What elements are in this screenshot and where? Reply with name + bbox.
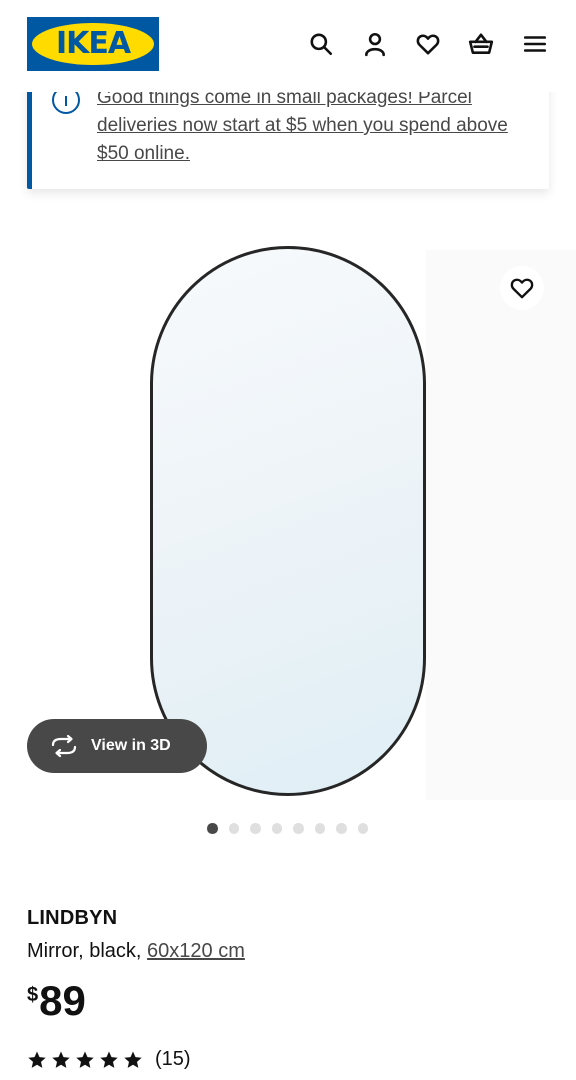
carousel-dot[interactable] (357, 823, 368, 834)
logo-text: IKEA (55, 26, 131, 61)
carousel-dot[interactable] (207, 823, 218, 834)
product-image-mirror[interactable] (150, 246, 426, 796)
star-icon (124, 1051, 142, 1068)
carousel-dot[interactable] (314, 823, 325, 834)
star-icon (28, 1051, 46, 1068)
product-gallery[interactable]: View in 3D (0, 230, 576, 810)
rotate-3d-icon (51, 734, 77, 758)
carousel-dot[interactable] (336, 823, 347, 834)
product-type: Mirror, black, (27, 940, 142, 962)
product-price: $ 89 (27, 978, 86, 1024)
ikea-logo[interactable]: IKEA (27, 17, 159, 71)
star-icon (100, 1051, 118, 1068)
product-description: Mirror, black, 60x120 cm (27, 940, 245, 963)
account-icon[interactable] (361, 30, 389, 58)
add-to-favourites-button[interactable] (500, 266, 544, 310)
heart-icon[interactable] (414, 30, 442, 58)
view-in-3d-label: View in 3D (91, 737, 171, 754)
star-icon (52, 1051, 70, 1068)
carousel-dot[interactable] (271, 823, 282, 834)
menu-icon[interactable] (521, 30, 549, 58)
rating-count: (15) (155, 1048, 191, 1070)
image-background (426, 250, 576, 800)
price-amount: 89 (39, 977, 86, 1024)
banner-message[interactable]: Good things come in small packages! Parc… (97, 84, 542, 168)
search-icon[interactable] (307, 30, 335, 58)
image-carousel-dots (207, 823, 368, 834)
basket-icon[interactable] (467, 30, 495, 58)
price-currency: $ (27, 984, 39, 1006)
product-rating[interactable]: (15) (27, 1048, 191, 1071)
product-size-link[interactable]: 60x120 cm (147, 940, 245, 962)
carousel-dot[interactable] (293, 823, 304, 834)
rating-stars (27, 1050, 143, 1070)
view-in-3d-button[interactable]: View in 3D (27, 719, 207, 773)
star-icon (76, 1051, 94, 1068)
site-header: IKEA (0, 0, 576, 92)
carousel-dot[interactable] (250, 823, 261, 834)
product-name: LINDBYN (27, 907, 118, 929)
logo-oval: IKEA (32, 23, 154, 65)
carousel-dot[interactable] (228, 823, 239, 834)
delivery-banner[interactable]: Good things come in small packages! Parc… (27, 80, 549, 189)
heart-icon (510, 278, 534, 299)
